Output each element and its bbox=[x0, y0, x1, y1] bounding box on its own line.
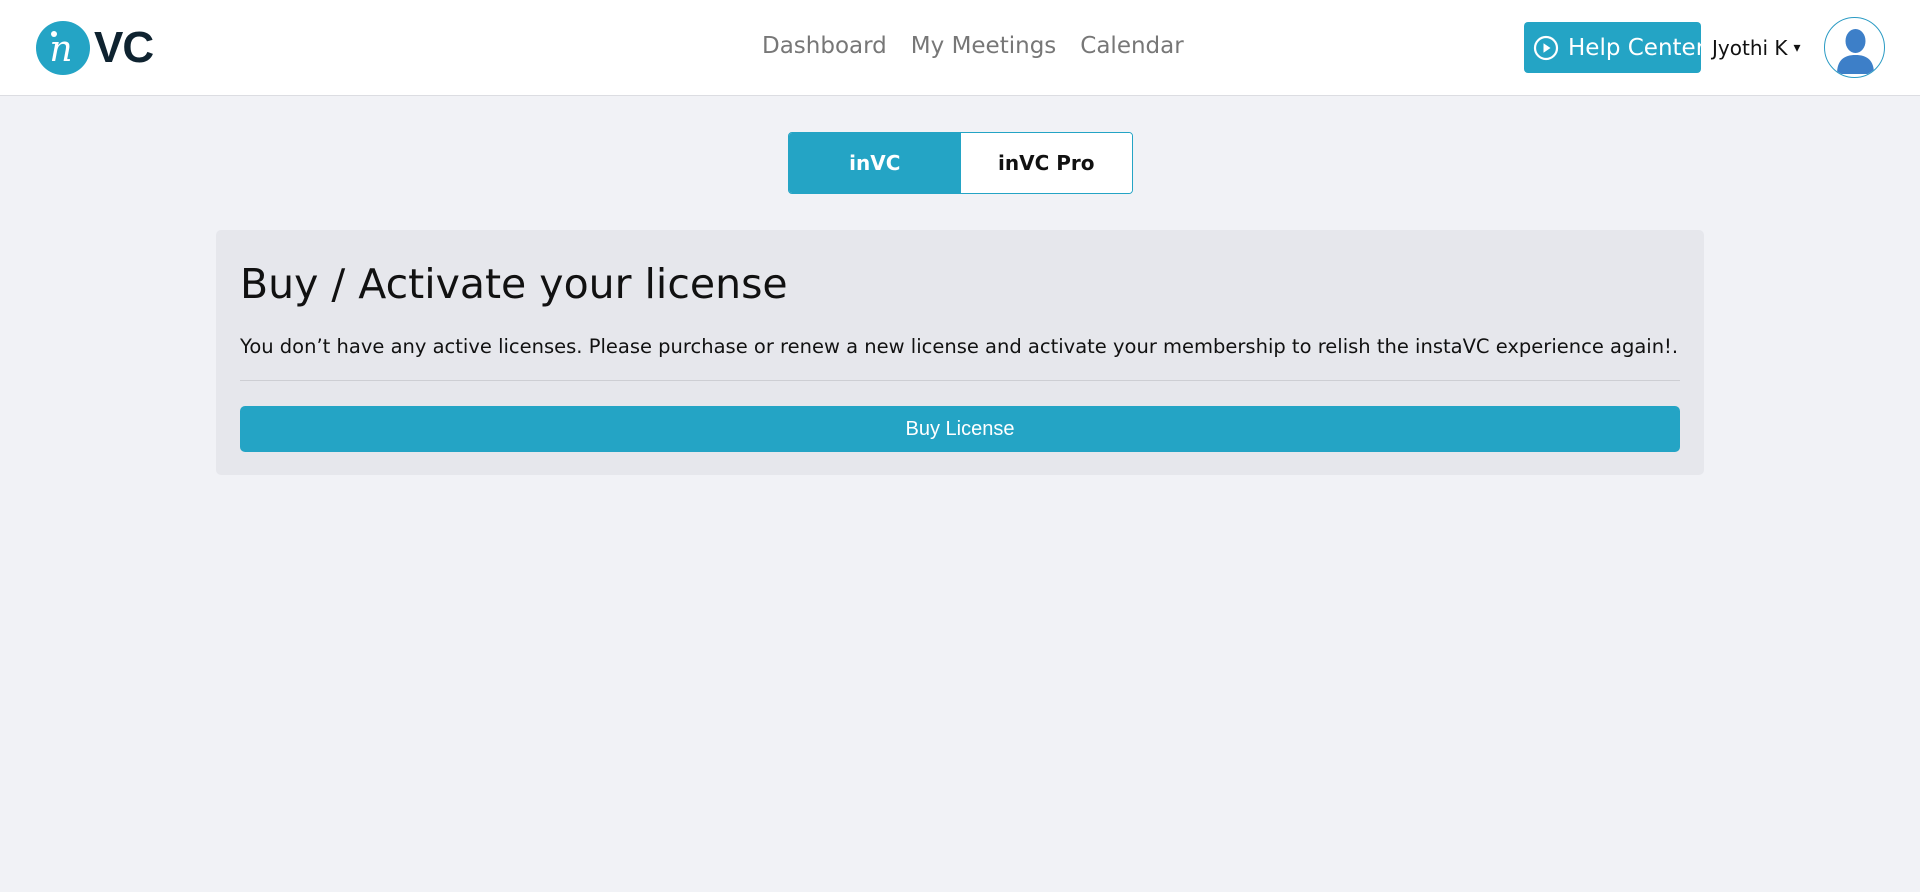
user-name: Jyothi K bbox=[1712, 36, 1788, 60]
product-toggle: inVC inVC Pro bbox=[788, 132, 1133, 194]
nav-my-meetings[interactable]: My Meetings bbox=[911, 33, 1056, 59]
toggle-invc-pro[interactable]: inVC Pro bbox=[960, 133, 1132, 193]
license-card: Buy / Activate your license You don’t ha… bbox=[216, 230, 1704, 475]
help-center-button[interactable]: Help Center bbox=[1524, 22, 1705, 73]
play-circle-icon bbox=[1533, 35, 1559, 60]
nav-calendar[interactable]: Calendar bbox=[1080, 33, 1183, 59]
top-header: n VC Dashboard My Meetings Calendar Help… bbox=[0, 0, 1920, 96]
buy-license-button[interactable]: Buy License bbox=[240, 406, 1680, 452]
chevron-down-icon: ▾ bbox=[1793, 40, 1801, 56]
invc-logo[interactable]: n VC bbox=[36, 20, 154, 76]
nav-dashboard[interactable]: Dashboard bbox=[762, 33, 887, 59]
user-silhouette-icon bbox=[1837, 29, 1874, 74]
user-menu-dropdown[interactable]: Jyothi K ▾ bbox=[1712, 36, 1801, 60]
divider bbox=[240, 380, 1680, 381]
page-title: Buy / Activate your license bbox=[240, 260, 788, 308]
help-center-label: Help Center bbox=[1568, 34, 1706, 61]
license-message: You don’t have any active licenses. Plea… bbox=[240, 335, 1679, 358]
avatar[interactable] bbox=[1824, 17, 1885, 78]
main-nav: Dashboard My Meetings Calendar bbox=[762, 33, 1184, 59]
invc-logo-mark-icon: n bbox=[36, 21, 90, 75]
toggle-invc[interactable]: inVC bbox=[789, 133, 961, 193]
logo-text: VC bbox=[94, 23, 154, 72]
